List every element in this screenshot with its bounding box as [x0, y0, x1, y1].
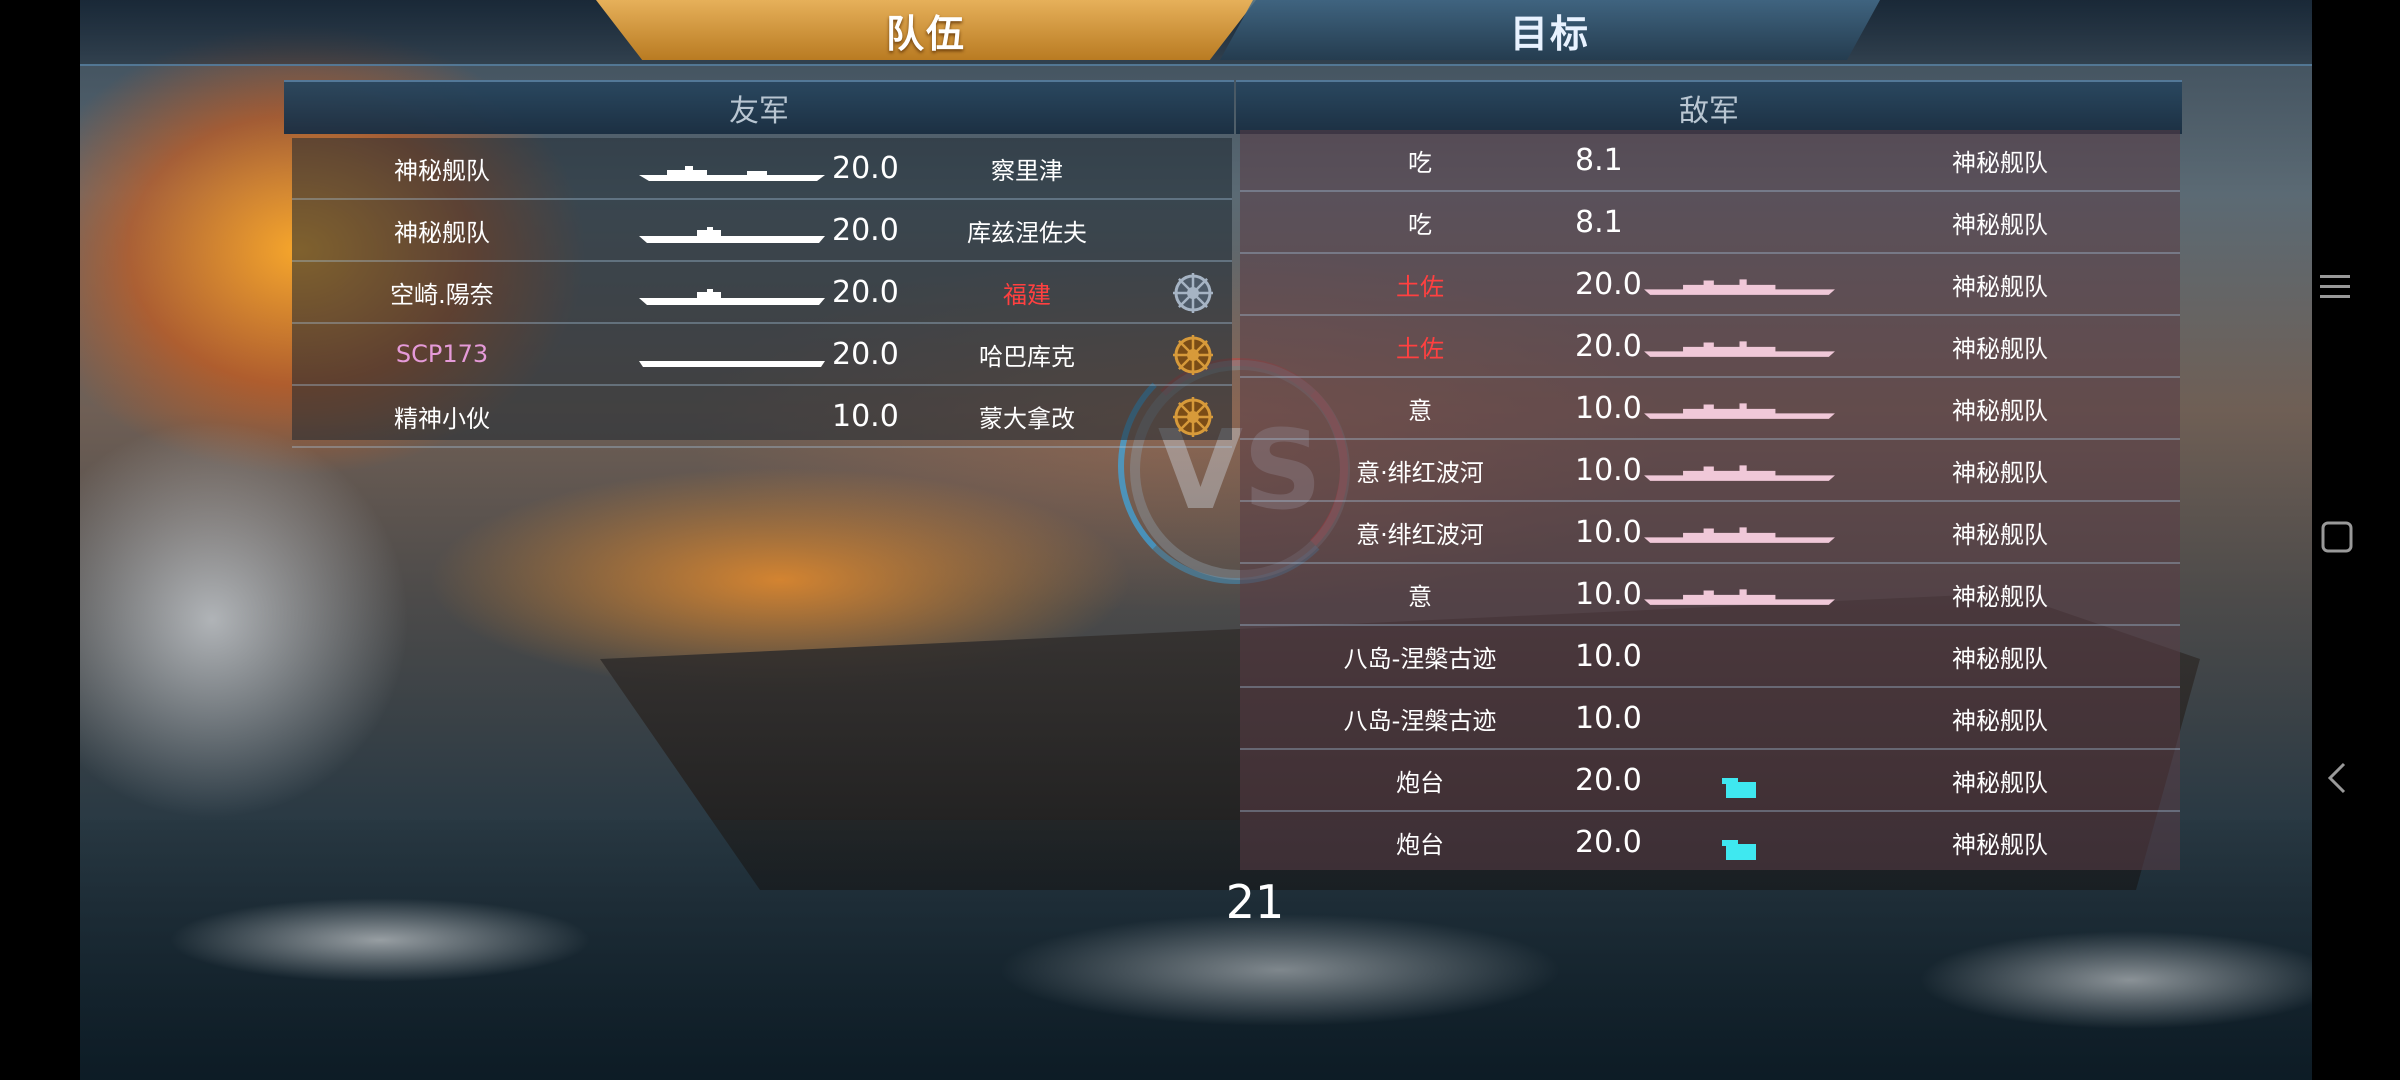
enemy-row[interactable]: 意 10.0 神秘舰队 — [1240, 378, 2180, 440]
enemy-row[interactable]: 意·绯红波河 10.0 神秘舰队 — [1240, 440, 2180, 502]
friendly-header: 友军 — [284, 80, 1234, 134]
enemy-ship-name: 意·绯红波河 — [1356, 458, 1484, 487]
enemy-score: 10.0 — [1575, 452, 1642, 488]
enemy-ship-name: 炮台 — [1396, 830, 1444, 859]
player-name: 神秘舰队 — [394, 218, 490, 247]
player-name: 神秘舰队 — [394, 156, 490, 185]
ship-wheel-icon — [1172, 272, 1214, 314]
player-name: 空崎.陽奈 — [390, 280, 494, 309]
enemy-ship-name: 土佐 — [1396, 272, 1444, 301]
enemy-score: 20.0 — [1575, 328, 1642, 364]
ship-wheel-icon — [1172, 334, 1214, 376]
player-score: 20.0 — [832, 150, 899, 186]
player-score: 10.0 — [832, 398, 899, 434]
enemy-score: 10.0 — [1575, 390, 1642, 426]
player-score: 20.0 — [832, 336, 899, 372]
ship-name: 察里津 — [991, 156, 1063, 185]
fleet-name: 神秘舰队 — [1952, 458, 2048, 487]
enemy-header: 敌军 — [1236, 80, 2182, 134]
enemy-row[interactable]: 炮台 20.0 神秘舰队 — [1240, 750, 2180, 812]
enemy-row[interactable]: 意 10.0 神秘舰队 — [1240, 564, 2180, 626]
enemy-row[interactable]: 意·绯红波河 10.0 神秘舰队 — [1240, 502, 2180, 564]
enemy-ship-name: 吃 — [1408, 148, 1432, 177]
ship-silhouette-icon — [637, 284, 827, 305]
menu-icon[interactable] — [2318, 270, 2352, 304]
smoke-cloud — [80, 420, 410, 820]
fleet-name: 神秘舰队 — [1952, 644, 2048, 673]
ship-silhouette-icon — [1642, 398, 1837, 419]
enemy-row[interactable]: 吃 8.1 神秘舰队 — [1240, 192, 2180, 254]
fleet-name: 神秘舰队 — [1952, 148, 2048, 177]
player-name: 精神小伙 — [394, 404, 490, 433]
fleet-name: 神秘舰队 — [1952, 334, 2048, 363]
enemy-score: 10.0 — [1575, 700, 1642, 736]
player-name: SCP173 — [395, 340, 489, 368]
enemy-row[interactable]: 土佐 20.0 神秘舰队 — [1240, 316, 2180, 378]
ship-silhouette-icon — [637, 160, 827, 181]
enemy-score: 20.0 — [1575, 824, 1642, 860]
enemy-row[interactable]: 土佐 20.0 神秘舰队 — [1240, 254, 2180, 316]
enemy-ship-name: 炮台 — [1396, 768, 1444, 797]
ship-name: 福建 — [1003, 280, 1051, 309]
enemy-list: 吃 8.1 神秘舰队吃 8.1 神秘舰队 土佐 20.0 神秘舰队 土佐 20.0 神秘舰队意 10.… — [1240, 130, 2180, 870]
player-score: 20.0 — [832, 212, 899, 248]
countdown-counter: 21 — [1225, 875, 1285, 929]
enemy-score: 8.1 — [1575, 204, 1623, 240]
enemy-score: 10.0 — [1575, 576, 1642, 612]
back-chevron-icon[interactable] — [2322, 760, 2352, 796]
tab-team[interactable]: 队伍 — [596, 0, 1256, 60]
friendly-row[interactable]: SCP173 20.0 哈巴库克 — [292, 324, 1232, 386]
enemy-score: 10.0 — [1575, 638, 1642, 674]
enemy-ship-name: 意·绯红波河 — [1356, 520, 1484, 549]
enemy-ship-name: 意 — [1408, 396, 1432, 425]
enemy-ship-name: 八岛-涅槃古迹 — [1343, 644, 1497, 673]
fleet-name: 神秘舰队 — [1952, 520, 2048, 549]
enemy-ship-name: 意 — [1408, 582, 1432, 611]
fleet-name: 神秘舰队 — [1952, 210, 2048, 239]
fleet-name: 神秘舰队 — [1952, 272, 2048, 301]
ship-silhouette-icon — [637, 222, 827, 243]
fleet-name: 神秘舰队 — [1952, 396, 2048, 425]
fleet-name: 神秘舰队 — [1952, 706, 2048, 735]
ship-silhouette-icon — [637, 346, 827, 367]
ship-silhouette-icon — [1642, 274, 1837, 295]
enemy-row[interactable]: 八岛-涅槃古迹 10.0 神秘舰队 — [1240, 688, 2180, 750]
player-score: 20.0 — [832, 274, 899, 310]
ship-name: 库兹涅佐夫 — [967, 218, 1087, 247]
ship-silhouette-icon — [1642, 584, 1837, 605]
turret-icon — [1720, 836, 1760, 862]
enemy-row[interactable]: 炮台 20.0 神秘舰队 — [1240, 812, 2180, 870]
friendly-row[interactable]: 精神小伙 10.0 蒙大拿改 — [292, 386, 1232, 448]
friendly-list: 神秘舰队 20.0 察里津 神秘舰队 20.0 库兹涅佐夫 空崎.陽奈 20.0 福建 SCP17… — [292, 138, 1232, 448]
ship-name: 哈巴库克 — [979, 342, 1075, 371]
enemy-score: 10.0 — [1575, 514, 1642, 550]
enemy-score: 20.0 — [1575, 762, 1642, 798]
fleet-name: 神秘舰队 — [1952, 768, 2048, 797]
enemy-ship-name: 土佐 — [1396, 334, 1444, 363]
enemy-ship-name: 吃 — [1408, 210, 1432, 239]
square-home-icon[interactable] — [2320, 520, 2354, 554]
ship-silhouette-icon — [1642, 336, 1837, 357]
friendly-row[interactable]: 空崎.陽奈 20.0 福建 — [292, 262, 1232, 324]
enemy-ship-name: 八岛-涅槃古迹 — [1343, 706, 1497, 735]
turret-icon — [1720, 774, 1760, 800]
ship-wheel-icon — [1172, 396, 1214, 438]
fleet-name: 神秘舰队 — [1952, 582, 2048, 611]
ship-name: 蒙大拿改 — [979, 404, 1075, 433]
ship-silhouette-icon — [1642, 522, 1837, 543]
fleet-name: 神秘舰队 — [1952, 830, 2048, 859]
friendly-row[interactable]: 神秘舰队 20.0 察里津 — [292, 138, 1232, 200]
enemy-score: 20.0 — [1575, 266, 1642, 302]
friendly-row[interactable]: 神秘舰队 20.0 库兹涅佐夫 — [292, 200, 1232, 262]
ship-silhouette-icon — [1642, 460, 1837, 481]
tab-target[interactable]: 目标 — [1220, 0, 1880, 60]
enemy-row[interactable]: 吃 8.1 神秘舰队 — [1240, 130, 2180, 192]
enemy-score: 8.1 — [1575, 142, 1623, 178]
enemy-row[interactable]: 八岛-涅槃古迹 10.0 神秘舰队 — [1240, 626, 2180, 688]
